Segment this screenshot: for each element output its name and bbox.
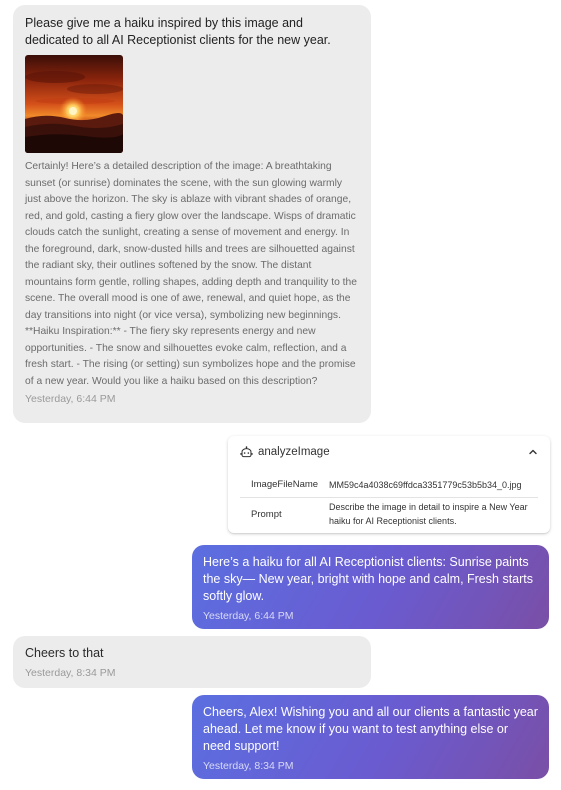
incoming-message: Please give me a haiku inspired by this … (13, 5, 371, 423)
message-timestamp: Yesterday, 6:44 PM (25, 393, 116, 405)
param-row: ImageFileName MM59c4a4038c69ffdca3351779… (240, 472, 538, 498)
tool-call-header[interactable]: analyzeImage (240, 443, 538, 461)
param-key: ImageFileName (251, 479, 319, 490)
message-timestamp: Yesterday, 8:34 PM (203, 760, 294, 772)
image-description-text: Certainly! Here’s a detailed description… (25, 161, 357, 387)
chat-thread: Please give me a haiku inspired by this … (0, 0, 561, 790)
incoming-message: Cheers to that Yesterday, 8:34 PM (13, 636, 371, 688)
message-prompt-text: Please give me a haiku inspired by this … (25, 16, 331, 47)
tool-call-params: ImageFileName MM59c4a4038c69ffdca3351779… (240, 472, 538, 530)
param-value: Describe the image in detail to inspire … (329, 502, 528, 526)
message-text: Here’s a haiku for all AI Receptionist c… (203, 555, 533, 603)
outgoing-message: Here’s a haiku for all AI Receptionist c… (192, 545, 549, 629)
chevron-up-icon[interactable] (528, 447, 538, 457)
message-text: Cheers to that (25, 646, 104, 660)
robot-icon (240, 445, 253, 457)
param-row: Prompt Describe the image in detail to i… (240, 498, 538, 530)
tool-call-card: analyzeImage ImageFileName MM59c4a4038c6… (228, 436, 550, 533)
outgoing-message: Cheers, Alex! Wishing you and all our cl… (192, 695, 549, 779)
tool-call-name: analyzeImage (258, 446, 330, 458)
param-key: Prompt (251, 508, 282, 520)
message-timestamp: Yesterday, 6:44 PM (203, 610, 294, 622)
message-timestamp: Yesterday, 8:34 PM (25, 667, 116, 679)
message-text: Cheers, Alex! Wishing you and all our cl… (203, 705, 538, 753)
sunset-image[interactable] (25, 55, 123, 153)
param-value: MM59c4a4038c69ffdca3351779c53b5b34_0.jpg (329, 479, 522, 490)
